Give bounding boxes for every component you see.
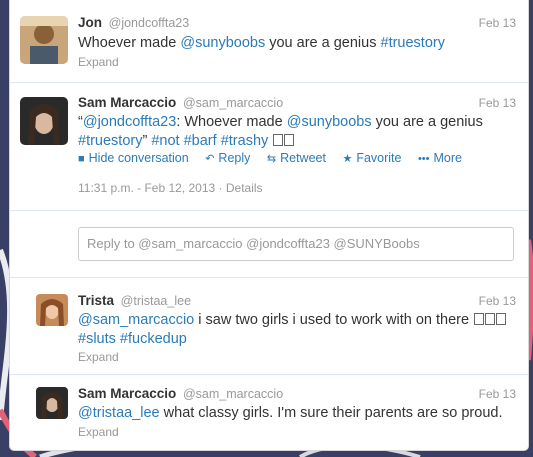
missing-glyph-icon [496, 313, 507, 325]
hashtag-link[interactable]: #barf [184, 133, 217, 149]
text-segment: ” [142, 133, 152, 149]
tweet-text-line: “@jondcoffta23: Whoever made @sunyboobs … [78, 113, 510, 132]
display-name[interactable]: Sam Marcaccio [78, 386, 176, 401]
retweet-button[interactable]: ⇆ Retweet [267, 149, 326, 168]
action-label: More [433, 151, 462, 165]
missing-glyph-icon [284, 134, 295, 146]
star-icon: ★ [342, 153, 353, 165]
action-label: Retweet [280, 151, 326, 165]
mention-link[interactable]: @sunyboobs [287, 114, 372, 130]
favorite-button[interactable]: ★ Favorite [342, 149, 401, 168]
tweet-date[interactable]: Feb 13 [479, 385, 516, 403]
action-label: Reply [218, 151, 251, 165]
hashtag-link[interactable]: #not [151, 133, 179, 149]
reply-arrow-icon: ↶ [205, 153, 215, 165]
tweet-timestamp-row: 11:31 p.m. - Feb 12, 2013 · Details [78, 181, 263, 195]
more-dots-icon: ••• [417, 153, 430, 165]
divider [10, 210, 528, 211]
tweet-header: Trista @tristaa_lee Feb 13 [78, 292, 516, 310]
display-name[interactable]: Sam Marcaccio [78, 95, 176, 110]
mention-link[interactable]: @sunyboobs [180, 35, 265, 51]
text-segment: Whoever made [78, 35, 181, 51]
mention-link[interactable]: @tristaa_lee [78, 405, 160, 421]
tweet-text: Whoever made @sunyboobs you are a genius… [78, 34, 510, 53]
reply-input[interactable]: Reply to @sam_marcaccio @jondcoffta23 @S… [78, 227, 514, 261]
retweet-icon: ⇆ [266, 153, 277, 165]
expand-link[interactable]: Expand [78, 350, 119, 364]
hashtag-link[interactable]: #truestory [381, 35, 445, 51]
user-handle[interactable]: @tristaa_lee [121, 294, 191, 308]
user-handle[interactable]: @sam_marcaccio [183, 387, 283, 401]
conversation-card: Jon @jondcoffta23 Feb 13 Whoever made @s… [9, 0, 529, 451]
tweet-jon[interactable]: Jon @jondcoffta23 Feb 13 Whoever made @s… [10, 0, 528, 82]
text-segment: you are a genius [265, 35, 381, 51]
hide-conversation-button[interactable]: ■ Hide conversation [78, 149, 189, 168]
mention-link[interactable]: @sam_marcaccio [78, 312, 194, 328]
tweet-text: “@jondcoffta23: Whoever made @sunyboobs … [78, 113, 510, 151]
action-label: Hide conversation [88, 151, 189, 165]
expand-link[interactable]: Expand [78, 425, 119, 439]
avatar[interactable] [20, 16, 68, 64]
avatar[interactable] [20, 97, 68, 145]
user-handle[interactable]: @sam_marcaccio [183, 96, 283, 110]
user-handle[interactable]: @jondcoffta23 [109, 16, 190, 30]
missing-glyph-icon [485, 313, 496, 325]
tweet-date[interactable]: Feb 13 [479, 94, 516, 112]
tweet-timestamp[interactable]: 11:31 p.m. - Feb 12, 2013 [78, 181, 215, 195]
hashtag-link[interactable]: #truestory [78, 133, 142, 149]
missing-glyph-icon [474, 313, 485, 325]
display-name[interactable]: Jon [78, 15, 102, 30]
tweet-text-line: #sluts #fuckedup [78, 330, 510, 349]
avatar[interactable] [36, 294, 68, 326]
tweet-text-line: @sam_marcaccio i saw two girls i used to… [78, 311, 510, 330]
tweet-text: @sam_marcaccio i saw two girls i used to… [78, 311, 510, 349]
details-link[interactable]: Details [226, 181, 263, 195]
expand-link[interactable]: Expand [78, 55, 119, 69]
tweet-actions: ■ Hide conversation ↶ Reply ⇆ Retweet ★ Favo… [78, 149, 475, 167]
text-segment: you are a genius [371, 114, 483, 130]
tweet-date[interactable]: Feb 13 [479, 14, 516, 32]
text-segment: i saw two girls i used to work with on t… [194, 312, 470, 328]
display-name[interactable]: Trista [78, 293, 114, 308]
tweet-header: Sam Marcaccio @sam_marcaccio Feb 13 [78, 385, 516, 403]
text-segment: : Whoever made [176, 114, 287, 130]
tweet-text: @tristaa_lee what classy girls. I'm sure… [78, 404, 510, 423]
text-segment: what classy girls. I'm sure their parent… [159, 405, 503, 421]
mention-link[interactable]: @jondcoffta23 [83, 114, 176, 130]
hashtag-link[interactable]: #sluts [78, 331, 116, 347]
speech-bubble-icon: ■ [78, 153, 85, 165]
tweet-trista[interactable]: Trista @tristaa_lee Feb 13 @sam_marcacci… [10, 278, 528, 373]
tweet-date[interactable]: Feb 13 [479, 292, 516, 310]
hashtag-link[interactable]: #fuckedup [120, 331, 187, 347]
tweet-header: Sam Marcaccio @sam_marcaccio Feb 13 [78, 94, 516, 112]
tweet-sam-expanded[interactable]: Sam Marcaccio @sam_marcaccio Feb 13 “@jo… [10, 83, 528, 210]
tweet-sam-reply[interactable]: Sam Marcaccio @sam_marcaccio Feb 13 @tri… [10, 375, 528, 450]
reply-button[interactable]: ↶ Reply [205, 149, 250, 168]
hashtag-link[interactable]: #trashy [221, 133, 269, 149]
more-button[interactable]: ••• More [418, 149, 462, 168]
tweet-header: Jon @jondcoffta23 Feb 13 [78, 14, 516, 32]
missing-glyph-icon [273, 134, 284, 146]
avatar[interactable] [36, 387, 68, 419]
action-label: Favorite [356, 151, 402, 165]
